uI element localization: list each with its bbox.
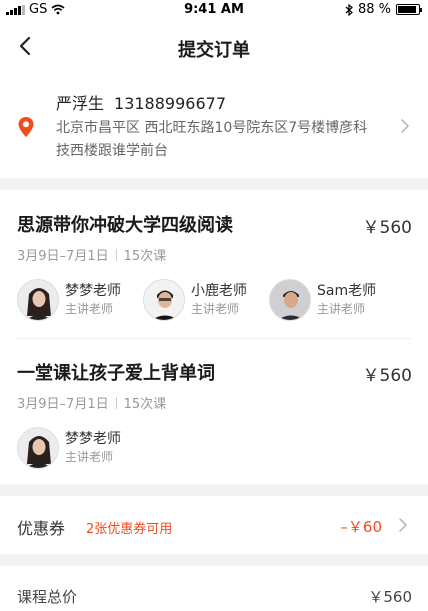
recipient-name: 严浮生 [56, 94, 105, 113]
avatar [143, 279, 185, 321]
teacher: 梦梦老师 主讲老师 [17, 279, 143, 321]
course-meta: 3月9日–7月1日 15次课 [17, 393, 166, 412]
status-right: 88 % [345, 2, 422, 17]
teacher-role: 主讲老师 [191, 302, 240, 316]
total-label: 课程总价 [17, 588, 78, 606]
course-dates: 3月9日–7月1日 [17, 249, 109, 264]
section-divider [0, 178, 428, 190]
teacher-role: 主讲老师 [65, 450, 114, 464]
battery-fill [398, 6, 416, 13]
course-meta: 3月9日–7月1日 15次课 [17, 245, 166, 264]
course-dates: 3月9日–7月1日 [17, 397, 109, 412]
coupon-row[interactable]: 优惠券 2张优惠券可用 –￥60 [0, 496, 428, 554]
recipient-phone: 13188996677 [114, 94, 226, 113]
chevron-right-icon [399, 518, 407, 532]
course-name: 一堂课让孩子爱上背单词 [17, 363, 215, 384]
section-divider [0, 554, 428, 566]
teacher-list: 梦梦老师 主讲老师 小鹿老师 主讲老师 Sam老师 主讲老师 [17, 279, 395, 321]
coupon-amount: –￥60 [340, 518, 382, 536]
battery-percent: 88 % [357, 2, 391, 17]
location-pin-icon [18, 117, 34, 137]
address-detail: 北京市昌平区 西北旺东路10号院东区7号楼博彦科技西楼跟谁学前台 [56, 120, 368, 159]
teacher-name: Sam老师 [317, 283, 377, 299]
teacher-name: 梦梦老师 [65, 431, 121, 447]
avatar [269, 279, 311, 321]
battery-icon [396, 4, 422, 15]
teacher: 小鹿老师 主讲老师 [143, 279, 269, 321]
avatar [17, 279, 59, 321]
teacher: Sam老师 主讲老师 [269, 279, 395, 321]
teacher-role: 主讲老师 [65, 302, 114, 316]
teacher-list: 梦梦老师 主讲老师 [17, 427, 143, 469]
avatar [17, 427, 59, 469]
chevron-right-icon [401, 119, 409, 133]
total-value: ￥560 [368, 588, 412, 606]
teacher-role: 主讲老师 [317, 302, 366, 316]
course-price: ￥560 [362, 366, 412, 386]
course-price: ￥560 [362, 218, 412, 238]
page-title: 提交订单 [178, 40, 250, 61]
nav-bar: 提交订单 [0, 20, 428, 74]
teacher-name: 梦梦老师 [65, 283, 121, 299]
course-name: 思源带你冲破大学四级阅读 [17, 215, 233, 236]
coupon-hint: 2张优惠券可用 [86, 522, 173, 537]
course-lessons: 15次课 [123, 249, 167, 264]
bluetooth-icon [345, 3, 353, 16]
course-lessons: 15次课 [123, 397, 167, 412]
section-divider [0, 484, 428, 496]
total-row: 课程总价 ￥560 [0, 566, 428, 611]
item-divider [17, 338, 411, 339]
course-item[interactable]: 一堂课让孩子爱上背单词 ￥560 3月9日–7月1日 15次课 梦梦老师 主讲老… [0, 359, 428, 479]
coupon-label: 优惠券 [17, 519, 66, 538]
teacher: 梦梦老师 主讲老师 [17, 427, 143, 469]
recipient: 严浮生 13188996677 [56, 90, 226, 114]
status-bar: GS 9:41 AM 88 % [0, 0, 428, 20]
course-item[interactable]: 思源带你冲破大学四级阅读 ￥560 3月9日–7月1日 15次课 梦梦老师 主讲… [0, 211, 428, 331]
teacher-name: 小鹿老师 [191, 283, 247, 299]
address-card[interactable]: 严浮生 13188996677 北京市昌平区 西北旺东路10号院东区7号楼博彦科技… [0, 74, 428, 178]
